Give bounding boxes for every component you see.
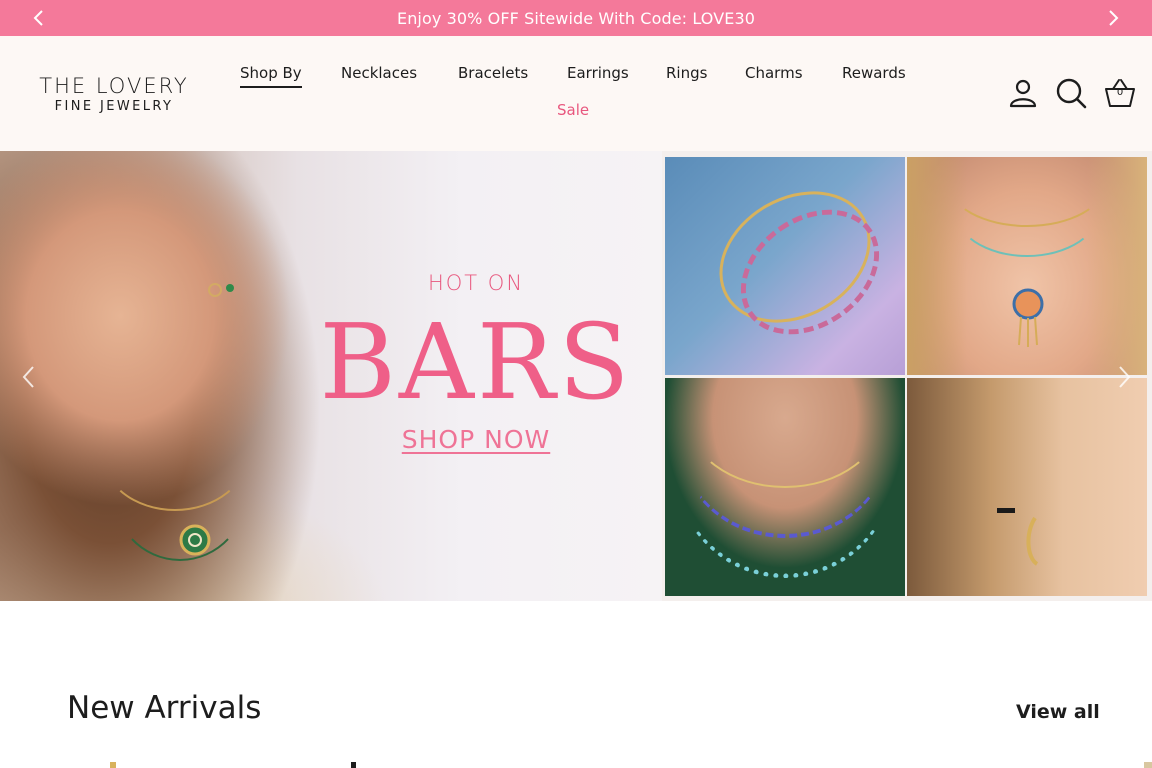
announcement-next-chevron-right-icon[interactable] xyxy=(1101,6,1125,30)
hero-pendant-image xyxy=(179,524,211,556)
nav-charms[interactable]: Charms xyxy=(745,64,803,82)
hero-kicker: HOT ON xyxy=(427,271,525,295)
hero-earring-image xyxy=(208,283,234,297)
nav-rewards[interactable]: Rewards xyxy=(842,64,906,82)
brand-logo[interactable]: THE LOVERY FINE JEWELRY xyxy=(29,74,199,114)
product-image-peek xyxy=(351,762,356,768)
view-all-link[interactable]: View all xyxy=(1016,701,1100,723)
cart-count: 0 xyxy=(1116,87,1124,98)
logo-sub-text: FINE JEWELRY xyxy=(54,99,174,114)
hero-banner[interactable]: HOT ON BARS SHOP NOW xyxy=(0,151,1152,601)
hero-shop-now-link[interactable]: SHOP NOW xyxy=(402,425,550,454)
hero-prev-chevron-left-icon[interactable] xyxy=(18,361,40,393)
cart-button[interactable]: 0 xyxy=(1103,76,1137,110)
nav-rings[interactable]: Rings xyxy=(666,64,707,82)
site-header: THE LOVERY FINE JEWELRY Shop By Necklace… xyxy=(0,36,1152,151)
announcement-text[interactable]: Enjoy 30% OFF Sitewide With Code: LOVE30 xyxy=(0,9,1152,28)
necklace-chain xyxy=(675,378,895,578)
search-icon[interactable] xyxy=(1054,76,1088,110)
hero-next-chevron-right-icon[interactable] xyxy=(1113,361,1135,393)
dreamcatcher-pendant xyxy=(1012,288,1044,347)
product-image-peek xyxy=(1144,762,1152,768)
layered-necklace-photo xyxy=(665,378,905,596)
necklace-pendant-photo xyxy=(907,157,1147,375)
nav-sale[interactable]: Sale xyxy=(557,101,589,119)
account-icon[interactable] xyxy=(1006,76,1040,110)
new-arrivals-heading: New Arrivals xyxy=(67,690,262,726)
nav-necklaces[interactable]: Necklaces xyxy=(341,64,417,82)
ear-climber-photo xyxy=(907,378,1147,596)
hero-title: BARS xyxy=(319,301,633,423)
necklace-chain xyxy=(952,157,1102,257)
nav-shop-by[interactable]: Shop By xyxy=(240,64,302,88)
earring-image xyxy=(997,508,1039,566)
announcement-bar: Enjoy 30% OFF Sitewide With Code: LOVE30 xyxy=(0,0,1152,36)
product-image-peek xyxy=(110,762,116,768)
bracelets-photo xyxy=(665,157,905,375)
nav-bracelets[interactable]: Bracelets xyxy=(458,64,528,82)
hero-copy: HOT ON BARS SHOP NOW xyxy=(300,271,652,454)
nav-earrings[interactable]: Earrings xyxy=(567,64,629,82)
logo-main-text: THE LOVERY xyxy=(39,74,189,98)
